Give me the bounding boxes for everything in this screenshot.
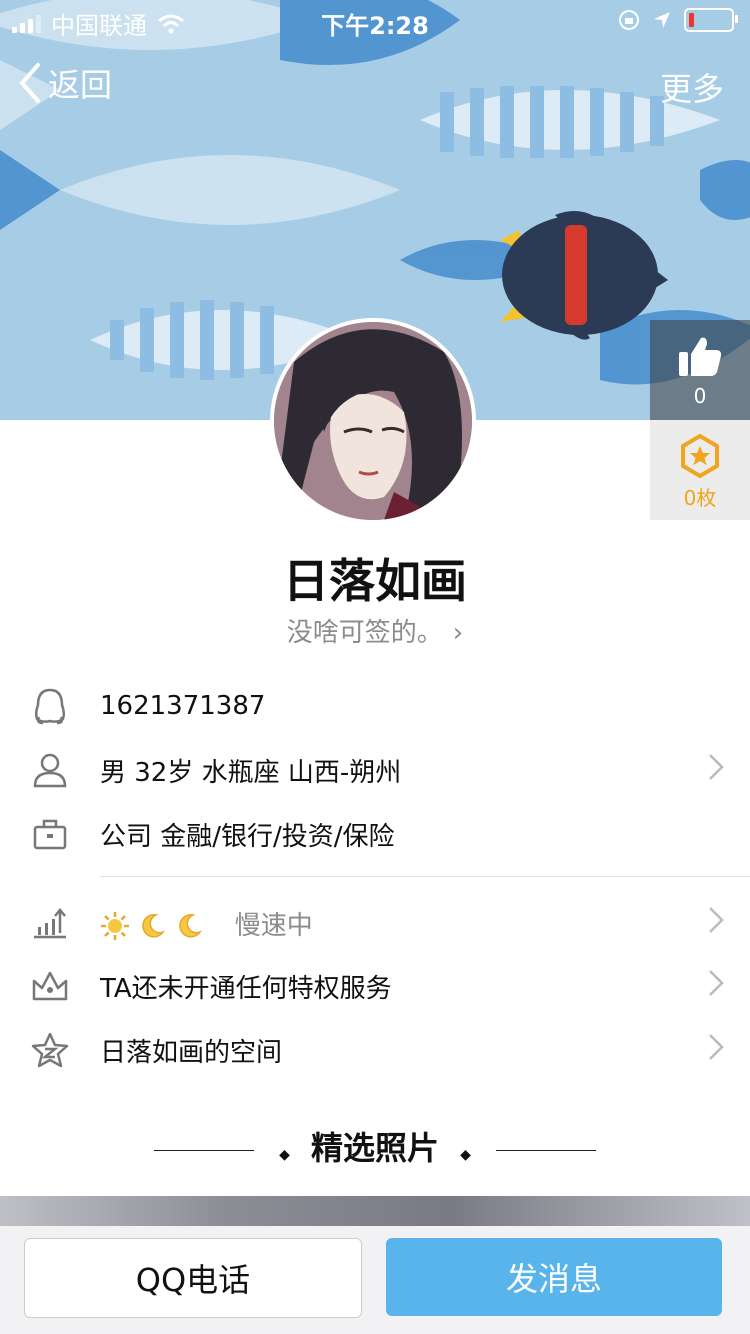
privilege-info: TA还未开通任何特权服务: [100, 973, 392, 1004]
more-button[interactable]: 更多: [660, 64, 724, 110]
qq-number: 1621371387: [100, 691, 266, 721]
rotation-lock-icon: [619, 10, 639, 30]
chevron-right-icon: [708, 1033, 724, 1068]
chevron-left-icon: [19, 63, 40, 103]
signature-text: 没啥可签的。: [286, 618, 443, 648]
medal-button[interactable]: 0枚: [650, 420, 750, 520]
moon-level-icon: [138, 911, 174, 941]
featured-photo-strip[interactable]: [0, 1196, 750, 1226]
crown-icon: [0, 969, 100, 1003]
medal-count: 0枚: [683, 486, 717, 510]
avatar-image: [274, 322, 472, 520]
moon-level-icon: [175, 911, 211, 941]
featured-photos-header: ◆ 精选照片 ◆: [0, 1123, 750, 1169]
level-chart-icon: [0, 907, 100, 939]
qq-number-row: 1621371387: [0, 676, 750, 736]
diamond-icon: ◆: [279, 1147, 290, 1163]
avatar[interactable]: [270, 318, 476, 524]
back-label: 返回: [48, 66, 113, 104]
nav-bar: 返回 更多: [0, 56, 750, 112]
like-count: 0: [693, 384, 707, 408]
space-info: 日落如画的空间: [100, 1037, 283, 1068]
penguin-outline-icon: [0, 687, 100, 725]
location-icon: [654, 12, 670, 28]
back-button[interactable]: 返回: [16, 60, 112, 106]
level-row[interactable]: 慢速中: [0, 893, 750, 953]
space-row[interactable]: 日落如画的空间: [0, 1020, 750, 1080]
chevron-right-icon: ›: [452, 618, 464, 648]
basic-info-row[interactable]: 男 32岁 水瓶座 山西-朔州: [0, 740, 750, 800]
medal-star-icon: [681, 433, 719, 479]
signature-row[interactable]: 没啥可签的。 ›: [0, 612, 750, 649]
like-button[interactable]: 0: [650, 320, 750, 420]
qzone-star-icon: [0, 1032, 100, 1068]
section-title: 精选照片: [310, 1129, 439, 1167]
status-bar: 中国联通 下午2:28: [0, 0, 750, 40]
person-icon: [0, 752, 100, 788]
send-message-button[interactable]: 发消息: [386, 1238, 722, 1316]
status-right: [618, 8, 738, 32]
chevron-right-icon: [708, 906, 724, 941]
divider: [496, 1149, 597, 1151]
level-status: 慢速中: [234, 910, 313, 941]
diamond-icon: ◆: [460, 1147, 471, 1163]
basic-info: 男 32岁 水瓶座 山西-朔州: [100, 757, 402, 788]
bottom-action-bar: QQ电话 发消息: [0, 1226, 750, 1334]
divider: [100, 876, 750, 877]
sun-level-icon: [100, 911, 138, 941]
battery-icon: [684, 8, 738, 32]
chevron-right-icon: [708, 753, 724, 788]
work-info: 公司 金融/银行/投资/保险: [100, 821, 395, 852]
briefcase-icon: [0, 818, 100, 850]
qq-call-button[interactable]: QQ电话: [24, 1238, 362, 1318]
divider: [153, 1149, 254, 1151]
privilege-row[interactable]: TA还未开通任何特权服务: [0, 956, 750, 1016]
thumbs-up-icon: [679, 337, 722, 376]
work-info-row: 公司 金融/银行/投资/保险: [0, 804, 750, 864]
chevron-right-icon: [708, 969, 724, 1004]
level-info: 慢速中: [100, 905, 750, 942]
profile-name: 日落如画: [283, 554, 467, 608]
